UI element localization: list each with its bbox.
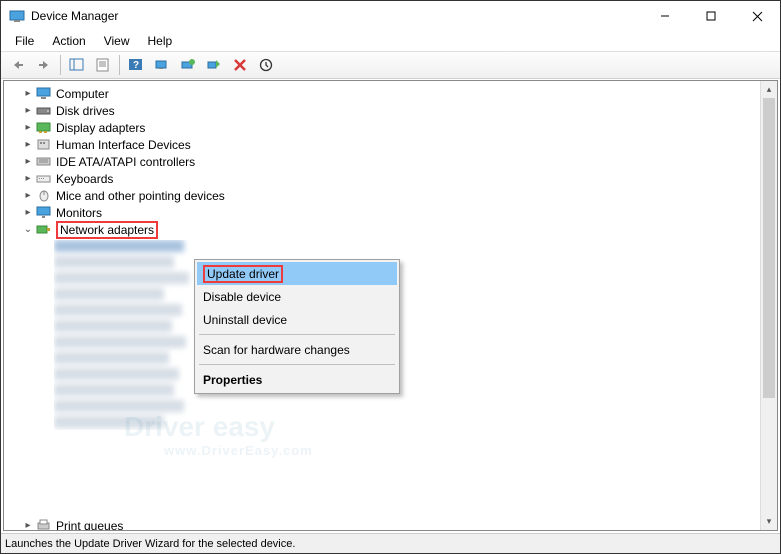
menu-help[interactable]: Help xyxy=(140,32,181,50)
scroll-up-icon[interactable]: ▴ xyxy=(761,81,777,98)
context-scan-hardware[interactable]: Scan for hardware changes xyxy=(197,338,397,361)
keyboard-icon xyxy=(36,171,52,187)
maximize-button[interactable] xyxy=(688,1,734,31)
context-disable-device[interactable]: Disable device xyxy=(197,285,397,308)
context-label: Scan for hardware changes xyxy=(203,343,350,357)
statusbar: Launches the Update Driver Wizard for th… xyxy=(1,533,780,553)
tree-label: Print queues xyxy=(56,519,123,532)
chevron-right-icon[interactable]: ▸ xyxy=(22,207,34,219)
tree-label: Mice and other pointing devices xyxy=(56,189,225,203)
uninstall-button[interactable] xyxy=(202,54,226,76)
vertical-scrollbar[interactable]: ▴ ▾ xyxy=(760,81,777,530)
context-label: Properties xyxy=(203,373,262,387)
chevron-right-icon[interactable]: ▸ xyxy=(22,520,34,532)
context-label-highlighted: Update driver xyxy=(203,265,283,283)
chevron-right-icon[interactable]: ▸ xyxy=(22,173,34,185)
scan-hardware-button[interactable] xyxy=(150,54,174,76)
update-driver-button[interactable] xyxy=(176,54,200,76)
tree-item-monitors[interactable]: ▸ Monitors xyxy=(4,204,777,221)
context-separator xyxy=(199,364,395,365)
context-label: Uninstall device xyxy=(203,313,287,327)
toolbar: ? xyxy=(1,51,780,79)
tree-label: Monitors xyxy=(56,206,102,220)
status-text: Launches the Update Driver Wizard for th… xyxy=(5,538,295,550)
tree-item-keyboards[interactable]: ▸ Keyboards xyxy=(4,170,777,187)
mouse-icon xyxy=(36,188,52,204)
menu-action[interactable]: Action xyxy=(44,32,93,50)
tree-label: Computer xyxy=(56,87,109,101)
tree-item-network-adapters[interactable]: ⌄ Network adapters xyxy=(4,221,777,238)
blurred-devices xyxy=(54,240,194,430)
context-separator xyxy=(199,334,395,335)
chevron-right-icon[interactable]: ▸ xyxy=(22,88,34,100)
tree-label-highlighted: Network adapters xyxy=(56,221,158,239)
toolbar-separator xyxy=(119,55,120,75)
toolbar-separator xyxy=(60,55,61,75)
context-update-driver[interactable]: Update driver xyxy=(197,262,397,285)
tree-label: Human Interface Devices xyxy=(56,138,191,152)
close-button[interactable] xyxy=(734,1,780,31)
show-hide-tree-button[interactable] xyxy=(65,54,89,76)
monitor-icon xyxy=(36,205,52,221)
context-properties[interactable]: Properties xyxy=(197,368,397,391)
chevron-right-icon[interactable]: ▸ xyxy=(22,139,34,151)
forward-button[interactable] xyxy=(32,54,56,76)
network-adapter-children xyxy=(54,240,777,433)
window-controls xyxy=(642,1,780,31)
tree-item-ide[interactable]: ▸ IDE ATA/ATAPI controllers xyxy=(4,153,777,170)
properties-button[interactable] xyxy=(91,54,115,76)
context-uninstall-device[interactable]: Uninstall device xyxy=(197,308,397,331)
printer-icon xyxy=(36,518,52,532)
tree-item-hid[interactable]: ▸ Human Interface Devices xyxy=(4,136,777,153)
tree-label: Disk drives xyxy=(56,104,115,118)
tree-item-disk-drives[interactable]: ▸ Disk drives xyxy=(4,102,777,119)
tree-label: Display adapters xyxy=(56,121,145,135)
chevron-right-icon[interactable]: ▸ xyxy=(22,156,34,168)
tree-item-computer[interactable]: ▸ Computer xyxy=(4,85,777,102)
chevron-right-icon[interactable]: ▸ xyxy=(22,190,34,202)
menu-file[interactable]: File xyxy=(7,32,42,50)
watermark-url: www.DriverEasy.com xyxy=(164,443,313,458)
enable-button[interactable] xyxy=(254,54,278,76)
minimize-button[interactable] xyxy=(642,1,688,31)
scroll-thumb[interactable] xyxy=(763,98,775,398)
display-adapter-icon xyxy=(36,120,52,136)
titlebar: Device Manager xyxy=(1,1,780,31)
scroll-down-icon[interactable]: ▾ xyxy=(761,513,777,530)
tree-item-display-adapters[interactable]: ▸ Display adapters xyxy=(4,119,777,136)
tree-item-mice[interactable]: ▸ Mice and other pointing devices xyxy=(4,187,777,204)
chevron-down-icon[interactable]: ⌄ xyxy=(22,224,34,236)
menubar: File Action View Help xyxy=(1,31,780,51)
tree-label: Keyboards xyxy=(56,172,113,186)
window-title: Device Manager xyxy=(31,9,642,23)
computer-icon xyxy=(36,86,52,102)
context-label: Disable device xyxy=(203,290,281,304)
help-button[interactable]: ? xyxy=(124,54,148,76)
network-adapter-icon xyxy=(36,222,52,238)
ide-icon xyxy=(36,154,52,170)
app-icon xyxy=(9,8,25,24)
chevron-right-icon[interactable]: ▸ xyxy=(22,122,34,134)
tree-item-print-queues[interactable]: ▸ Print queues xyxy=(4,517,123,531)
chevron-right-icon[interactable]: ▸ xyxy=(22,105,34,117)
menu-view[interactable]: View xyxy=(96,32,138,50)
delete-button[interactable] xyxy=(228,54,252,76)
back-button[interactable] xyxy=(6,54,30,76)
tree-label: IDE ATA/ATAPI controllers xyxy=(56,155,195,169)
hid-icon xyxy=(36,137,52,153)
disk-icon xyxy=(36,103,52,119)
svg-text:?: ? xyxy=(133,60,139,71)
context-menu: Update driver Disable device Uninstall d… xyxy=(194,259,400,394)
